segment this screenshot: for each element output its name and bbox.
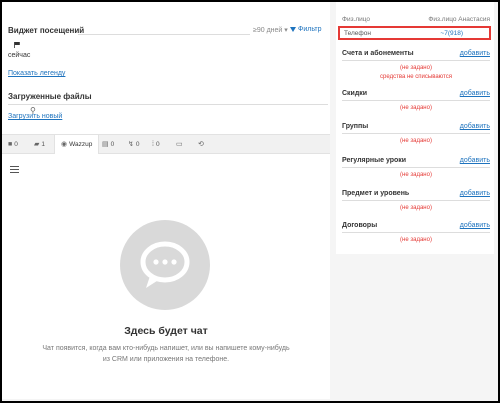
- tab-label: 0: [135, 141, 140, 148]
- section-title: Счета и абонементы: [342, 50, 414, 57]
- tab-label: 0: [155, 141, 160, 148]
- not-set-note: (не задано): [400, 65, 432, 71]
- contact-header: Физ.лицо Физ.лицо Анастасия: [342, 16, 490, 23]
- chat-empty-subtitle: Чат появится, когда вам кто-нибудь напиш…: [42, 345, 290, 363]
- tab-label: 0: [14, 141, 18, 148]
- contact-name: Физ.лицо Анастасия: [428, 16, 490, 23]
- filter-button[interactable]: Фильтр: [290, 26, 322, 33]
- not-set-note: (не задано): [400, 237, 432, 243]
- filter-icon: [290, 26, 296, 32]
- divider: [8, 104, 328, 105]
- widget-title: Виджет посещений: [8, 26, 85, 35]
- divider: [342, 232, 490, 233]
- whatsapp-icon: ◉: [61, 141, 68, 148]
- tab-label: Wazzup: [69, 141, 93, 148]
- flag-icon: [14, 42, 20, 48]
- tab-notes[interactable]: ⁞ 0: [152, 135, 160, 154]
- call-icon: ↯: [128, 141, 134, 148]
- email-icon: ▭: [176, 141, 183, 148]
- tab-history[interactable]: ⟲: [198, 135, 206, 154]
- section-title: Договоры: [342, 222, 378, 229]
- document-icon: ▤: [102, 141, 109, 148]
- divider: [342, 200, 490, 201]
- tab-documents[interactable]: ▤ 0: [102, 135, 114, 154]
- notes-icon: ⁞: [152, 141, 154, 148]
- files-header: Загруженные файлы: [8, 92, 328, 105]
- divider: [342, 167, 490, 168]
- contact-type: Физ.лицо: [342, 16, 371, 23]
- add-group-link[interactable]: добавить: [460, 123, 490, 130]
- divider: [342, 100, 490, 101]
- not-set-note: (не задано): [400, 138, 432, 144]
- chat-empty-title: Здесь будет чат: [124, 325, 208, 337]
- not-set-note: (не задано): [400, 105, 432, 111]
- phone-value[interactable]: ~7(918): [440, 30, 463, 37]
- add-account-link[interactable]: добавить: [460, 50, 490, 57]
- phone-label: Телефон: [344, 30, 371, 37]
- files-title: Загруженные файлы: [8, 92, 92, 101]
- section-title: Регулярные уроки: [342, 157, 407, 164]
- period-select[interactable]: ≥90 дней ▾: [253, 26, 288, 34]
- not-set-note: (не задано): [400, 205, 432, 211]
- now-label: сейчас: [8, 52, 31, 59]
- left-panel: [2, 2, 330, 399]
- tab-calls[interactable]: ↯ 0: [128, 135, 140, 154]
- tab-wazzup[interactable]: ◉ Wazzup: [54, 135, 100, 154]
- add-lesson-link[interactable]: добавить: [460, 157, 490, 164]
- show-legend-link[interactable]: Показать легенду: [8, 70, 65, 77]
- visits-widget-header: Виджет посещений ≥90 дней ▾ Фильтр: [8, 26, 326, 40]
- section-title: Скидки: [342, 90, 368, 97]
- history-icon: ⟲: [198, 141, 204, 148]
- not-set-note: (не задано): [400, 172, 432, 178]
- messages-icon: ▰: [34, 141, 40, 148]
- chat-tabs: ■ 0 ▰ 1 ◉ Wazzup ▤ 0 ↯ 0 ⁞ 0 ▭ ⟲: [2, 134, 330, 154]
- add-discount-link[interactable]: добавить: [460, 90, 490, 97]
- chat-bubble-icon: [140, 241, 190, 288]
- no-charge-note: средства не списываются: [380, 74, 452, 80]
- upload-new-link[interactable]: Загрузить новый: [8, 113, 62, 120]
- tab-label: 1: [41, 141, 46, 148]
- tab-email[interactable]: ▭: [176, 135, 185, 154]
- phone-row-highlight[interactable]: Телефон ~7(918): [338, 26, 491, 40]
- chat-illustration: [120, 220, 210, 310]
- divider: [342, 133, 490, 134]
- tasks-icon: ■: [8, 141, 13, 148]
- section-title: Предмет и уровень: [342, 190, 410, 197]
- tab-messages[interactable]: ▰ 1: [34, 135, 45, 154]
- divider: [78, 34, 250, 35]
- tab-tasks[interactable]: ■ 0: [8, 135, 18, 154]
- divider: [342, 60, 490, 61]
- add-subject-link[interactable]: добавить: [460, 190, 490, 197]
- add-contract-link[interactable]: добавить: [460, 222, 490, 229]
- menu-icon[interactable]: [10, 166, 19, 175]
- section-title: Группы: [342, 123, 369, 130]
- filter-label: Фильтр: [298, 26, 322, 33]
- tab-label: 0: [110, 141, 115, 148]
